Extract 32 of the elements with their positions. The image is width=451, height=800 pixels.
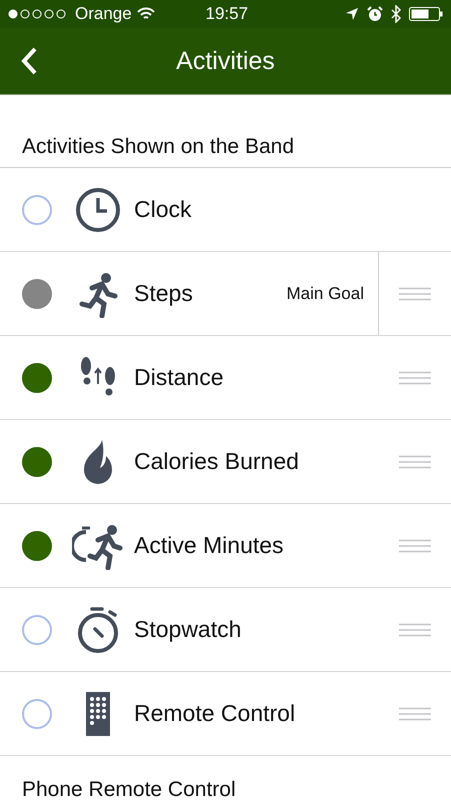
- activity-name: Clock: [134, 196, 193, 223]
- selection-dot[interactable]: [22, 530, 52, 560]
- bluetooth-icon: [391, 5, 402, 23]
- drag-handle-icon[interactable]: [399, 370, 431, 384]
- wifi-icon: [136, 7, 155, 21]
- drag-handle-icon[interactable]: [399, 622, 431, 636]
- selection-dot[interactable]: [22, 446, 52, 476]
- section-header: Phone Remote Control: [21, 777, 237, 800]
- clock-time: 19:57: [206, 4, 248, 23]
- activity-name: Remote Control: [134, 700, 296, 727]
- drag-handle-icon[interactable]: [399, 538, 431, 552]
- activity-name: Distance: [134, 364, 224, 391]
- carrier-name: Orange: [75, 4, 132, 24]
- selection-dot[interactable]: [22, 614, 52, 644]
- drag-handle-icon[interactable]: [399, 286, 431, 300]
- activity-name: Calories Burned: [134, 448, 300, 475]
- battery-icon: [409, 7, 444, 21]
- screen-title: Activities: [176, 46, 275, 74]
- selection-dot[interactable]: [22, 698, 52, 728]
- activity-name: Steps: [134, 280, 194, 307]
- back-chevron-icon: [20, 46, 38, 76]
- selection-dot[interactable]: [22, 194, 52, 224]
- selection-dot[interactable]: [22, 362, 52, 392]
- section-header: Activities Shown on the Band: [0, 95, 451, 168]
- activity-name: Stopwatch: [134, 616, 242, 643]
- drag-handle-icon[interactable]: [399, 454, 431, 468]
- location-arrow-icon: [345, 7, 360, 21]
- activity-name: Active Minutes: [134, 532, 285, 559]
- alarm-icon: [367, 6, 384, 22]
- selection-dot[interactable]: [22, 278, 52, 308]
- drag-handle-icon[interactable]: [399, 706, 431, 720]
- main-goal-label: Main Goal: [286, 282, 364, 304]
